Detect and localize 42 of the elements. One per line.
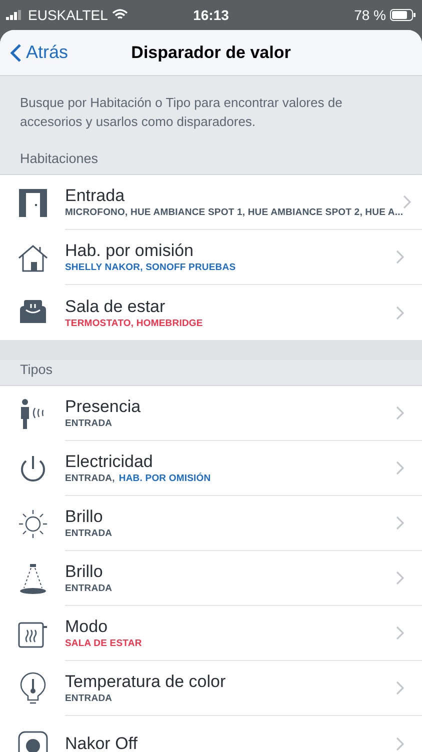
signal-icon xyxy=(6,10,24,20)
wifi-icon xyxy=(112,9,128,21)
row-title: Nakor Off xyxy=(65,733,138,752)
row-subtitle: ENTRADA xyxy=(65,692,112,705)
row-subtitle: HAB. POR OMISIÓN xyxy=(118,472,211,485)
row-title: Sala de estar xyxy=(65,296,166,316)
chevron-icon xyxy=(396,516,404,530)
row-title: Entrada xyxy=(65,185,126,206)
row-subtitle: MICROFONO, HUE AMBIANCE SPOT 1, HUE AMBIANCE SPOT 2, HUE A... xyxy=(65,206,404,219)
row-title: Temperatura de color xyxy=(65,671,227,692)
row-subtitle: ENTRADA, xyxy=(65,472,115,485)
row-title: Modo xyxy=(65,616,109,637)
row-subtitle: SALA DE ESTAR xyxy=(65,637,142,650)
description-text: Busque por Habitación o Tipo para encontrar valores de accesorios y usarlos como disparadores. xyxy=(20,94,344,131)
section-header: Habitaciones xyxy=(20,150,98,168)
row-title: Electricidad xyxy=(65,451,154,472)
chevron-icon xyxy=(396,626,404,640)
carrier-name: EUSKALTEL xyxy=(28,6,108,24)
back-button[interactable]: Atrás xyxy=(10,39,68,66)
battery-percent: 78 % xyxy=(354,6,386,24)
chevron-icon xyxy=(396,681,404,695)
chevron-icon xyxy=(396,306,404,320)
chevron-icon xyxy=(396,571,404,585)
row-subtitle: ENTRADA xyxy=(65,417,112,430)
back-chevron-icon xyxy=(10,42,22,62)
row-title: Presencia xyxy=(65,396,142,417)
row-title: Brillo xyxy=(65,506,104,527)
screen-title: Disparador de valor xyxy=(131,42,291,64)
row-title: Hab. por omisión xyxy=(65,240,195,261)
row-title: Brillo xyxy=(65,561,104,582)
status-time: 16:13 xyxy=(193,6,229,24)
chevron-icon xyxy=(396,461,404,475)
row-subtitle: ENTRADA xyxy=(65,582,112,595)
chevron-icon xyxy=(396,736,404,750)
chevron-icon xyxy=(396,250,404,264)
battery-icon xyxy=(390,9,416,21)
section-header: Tipos xyxy=(20,360,53,379)
row-subtitle: SHELLY NAKOR, SONOFF PRUEBAS xyxy=(65,261,236,274)
chevron-icon xyxy=(396,406,404,420)
row-subtitle: ENTRADA xyxy=(65,527,112,540)
chevron-icon xyxy=(403,195,412,209)
row-subtitle: TERMOSTATO, HOMEBRIDGE xyxy=(65,316,203,330)
